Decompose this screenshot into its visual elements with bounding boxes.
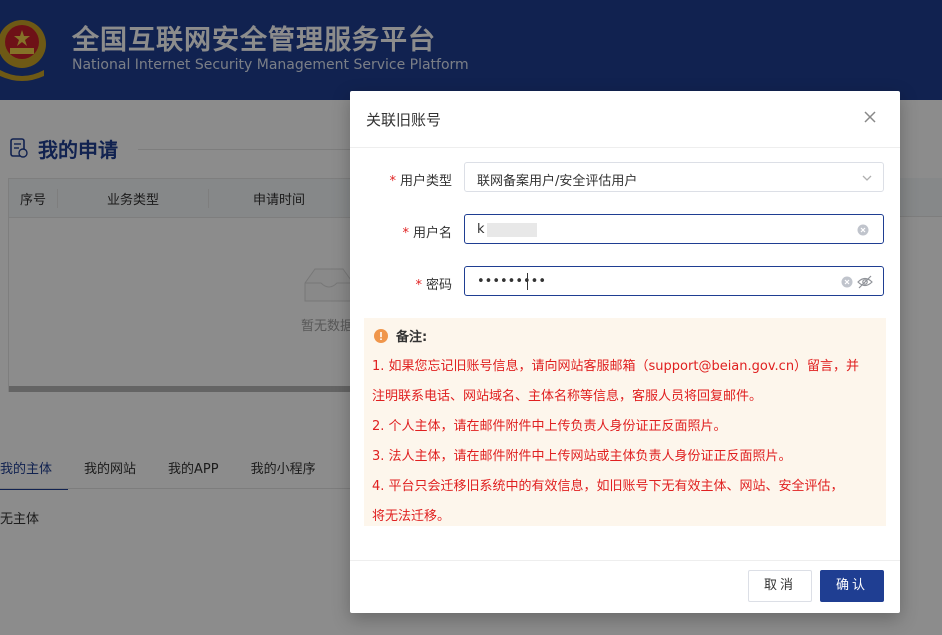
password-value: ••••••••• <box>477 274 547 289</box>
dialog-header-divider <box>350 147 900 148</box>
note-line: 3. 法人主体，请在邮件附件中上传网站或主体负责人身份证正反面照片。 <box>372 449 792 464</box>
confirm-button[interactable]: 确认 <box>820 570 884 602</box>
note-line: 1. 如果您忘记旧账号信息，请向网站客服邮箱（support@beian.gov… <box>372 359 860 374</box>
notes-heading: 备注: <box>374 326 427 345</box>
eye-off-icon[interactable] <box>857 275 873 289</box>
text-caret <box>527 273 528 290</box>
dialog-title: 关联旧账号 <box>366 111 442 129</box>
note-line: 4. 平台只会迁移旧系统中的有效信息，如旧账号下无有效主体、网站、安全评估， <box>372 479 844 494</box>
username-label-text: 用户名 <box>412 226 452 241</box>
warning-icon <box>374 328 388 343</box>
close-icon[interactable] <box>862 109 878 125</box>
user-type-value: 联网备案用户/安全评估用户 <box>477 174 638 189</box>
note-line: 2. 个人主体，请在邮件附件中上传负责人身份证正反面照片。 <box>372 419 727 434</box>
user-type-select[interactable]: 联网备案用户/安全评估用户 <box>464 162 884 192</box>
cancel-button[interactable]: 取消 <box>748 570 812 602</box>
username-input[interactable]: k <box>464 214 884 244</box>
note-line: 将无法迁移。 <box>372 509 451 524</box>
username-label: * 用户名 <box>402 222 452 241</box>
required-mark: * <box>415 278 422 293</box>
notes-heading-text: 备注: <box>396 330 428 345</box>
notes-panel: 备注: 1. 如果您忘记旧账号信息，请向网站客服邮箱（support@beian… <box>364 318 886 526</box>
clear-icon[interactable] <box>841 276 853 288</box>
password-input[interactable]: ••••••••• <box>464 266 884 296</box>
link-old-account-dialog: 关联旧账号 * 用户类型 联网备案用户/安全评估用户 * 用户名 k * 密码 •••… <box>350 91 900 613</box>
clear-icon[interactable] <box>857 224 869 236</box>
chevron-down-icon <box>862 175 872 181</box>
required-mark: * <box>402 226 409 241</box>
note-line: 注明联系电话、网站域名、主体名称等信息，客服人员将回复邮件。 <box>372 389 763 404</box>
username-redacted <box>487 223 537 237</box>
password-label-text: 密码 <box>425 278 452 293</box>
user-type-label-text: 用户类型 <box>399 174 452 189</box>
username-value: k <box>477 222 485 237</box>
password-label: * 密码 <box>415 274 452 293</box>
dialog-footer-divider <box>350 560 900 561</box>
required-mark: * <box>389 174 396 189</box>
user-type-label: * 用户类型 <box>389 170 452 189</box>
